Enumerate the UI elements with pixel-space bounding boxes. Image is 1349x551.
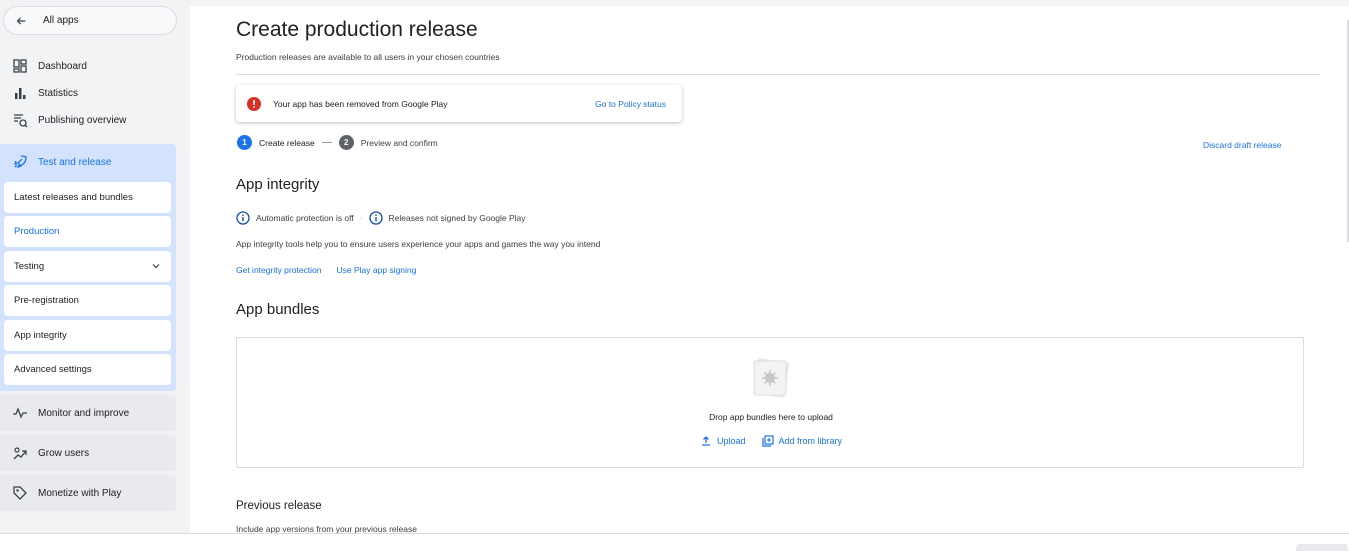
sub-app-integrity[interactable]: App integrity bbox=[4, 320, 171, 351]
info-icon bbox=[236, 211, 250, 225]
app-integrity-heading: App integrity bbox=[236, 176, 320, 193]
section-monitor-header: Monitor and improve bbox=[0, 395, 176, 431]
sub-latest-releases-label: Latest releases and bundles bbox=[14, 192, 133, 203]
monitor-icon bbox=[13, 407, 27, 419]
main-content: Create production release Production rel… bbox=[190, 6, 1349, 534]
library-icon bbox=[761, 435, 774, 447]
section-monitor-and-improve[interactable]: Monitor and improve bbox=[0, 395, 176, 431]
sub-production[interactable]: Production bbox=[4, 216, 171, 247]
nav-publishing-overview[interactable]: Publishing overview bbox=[0, 109, 176, 131]
alert-message: Your app has been removed from Google Pl… bbox=[273, 98, 448, 109]
header-divider bbox=[236, 74, 1320, 75]
bar-chart-icon bbox=[15, 88, 26, 99]
sidebar: All apps Dashboard Statistics Publishing… bbox=[0, 0, 190, 551]
dashboard-icon bbox=[13, 59, 27, 73]
sub-pre-registration[interactable]: Pre-registration bbox=[4, 285, 171, 316]
bundle-dropzone[interactable]: Drop app bundles here to upload Upload A… bbox=[236, 337, 1304, 468]
section-test-and-release-header[interactable]: Test and release bbox=[0, 144, 176, 180]
sub-advanced-settings[interactable]: Advanced settings bbox=[4, 354, 171, 385]
get-integrity-protection-link[interactable]: Get integrity protection bbox=[236, 265, 322, 275]
upload-label: Upload bbox=[716, 436, 746, 446]
section-monetize-label: Monetize with Play bbox=[38, 487, 122, 499]
nav-statistics-label: Statistics bbox=[38, 87, 79, 99]
bundle-illustration-icon bbox=[752, 358, 790, 398]
section-grow-header: Grow users bbox=[0, 435, 176, 471]
app-bundles-heading: App bundles bbox=[236, 301, 320, 318]
tag-icon bbox=[13, 486, 27, 500]
step-1-number: 1 bbox=[237, 135, 252, 150]
protection-status: Automatic protection is off bbox=[256, 213, 354, 223]
section-monetize-header: Monetize with Play bbox=[0, 475, 176, 511]
nav-dashboard[interactable]: Dashboard bbox=[0, 55, 176, 77]
nav-statistics[interactable]: Statistics bbox=[0, 82, 176, 104]
section-monitor-label: Monitor and improve bbox=[38, 407, 130, 419]
upload-button[interactable]: Upload bbox=[700, 435, 746, 447]
publishing-overview-icon bbox=[14, 114, 28, 128]
use-play-app-signing-link[interactable]: Use Play app signing bbox=[337, 265, 417, 275]
signing-status: Releases not signed by Google Play bbox=[388, 213, 526, 223]
sub-pre-registration-label: Pre-registration bbox=[14, 295, 79, 306]
integrity-links: Get integrity protection Use Play app si… bbox=[236, 265, 431, 275]
step-2-number: 2 bbox=[338, 135, 354, 150]
separator-dot: · bbox=[359, 213, 363, 223]
previous-release-heading: Previous release bbox=[236, 500, 322, 512]
section-grow-label: Grow users bbox=[38, 447, 90, 459]
upload-icon bbox=[701, 436, 710, 446]
page-title: Create production release bbox=[236, 18, 478, 41]
all-apps-button[interactable]: All apps bbox=[3, 6, 177, 35]
step-2-label[interactable]: Preview and confirm bbox=[361, 138, 438, 148]
sub-testing[interactable]: Testing bbox=[4, 251, 171, 282]
sub-app-integrity-label: App integrity bbox=[14, 330, 67, 341]
sub-testing-label: Testing bbox=[14, 261, 45, 272]
sub-production-label: Production bbox=[14, 226, 60, 237]
section-monetize[interactable]: Monetize with Play bbox=[0, 475, 176, 511]
page-subtitle: Production releases are available to all… bbox=[236, 52, 500, 62]
info-icon bbox=[368, 211, 383, 225]
step-connector bbox=[321, 142, 332, 143]
next-button[interactable] bbox=[1296, 544, 1348, 551]
nav-publishing-overview-label: Publishing overview bbox=[38, 114, 127, 126]
dropzone-text: Drop app bundles here to upload bbox=[709, 412, 833, 422]
release-stepper: 1 Create release 2 Preview and confirm bbox=[237, 135, 438, 150]
section-grow-users[interactable]: Grow users bbox=[0, 435, 176, 471]
sub-advanced-settings-label: Advanced settings bbox=[14, 364, 92, 375]
integrity-status-row: Automatic protection is off · Releases n… bbox=[236, 211, 526, 225]
integrity-description: App integrity tools help you to ensure u… bbox=[236, 239, 601, 249]
dropzone-actions: Upload Add from library bbox=[237, 435, 1305, 447]
nav-dashboard-label: Dashboard bbox=[38, 60, 87, 72]
rocket-icon bbox=[13, 155, 27, 169]
add-from-library-button[interactable]: Add from library bbox=[761, 435, 843, 447]
arrow-back-icon bbox=[16, 17, 26, 24]
section-test-and-release-label: Test and release bbox=[38, 156, 112, 168]
policy-status-link[interactable]: Go to Policy status bbox=[595, 99, 666, 109]
all-apps-label: All apps bbox=[43, 15, 79, 26]
bottom-action-bar bbox=[0, 533, 1349, 551]
add-from-library-label: Add from library bbox=[778, 436, 843, 446]
discard-draft-button[interactable]: Discard draft release bbox=[1203, 140, 1281, 150]
grow-icon bbox=[13, 447, 27, 460]
chevron-down-icon bbox=[152, 264, 160, 269]
removed-alert: Your app has been removed from Google Pl… bbox=[236, 85, 682, 122]
step-1-label[interactable]: Create release bbox=[259, 138, 315, 148]
sub-latest-releases[interactable]: Latest releases and bundles bbox=[4, 182, 171, 213]
error-icon bbox=[247, 96, 261, 111]
